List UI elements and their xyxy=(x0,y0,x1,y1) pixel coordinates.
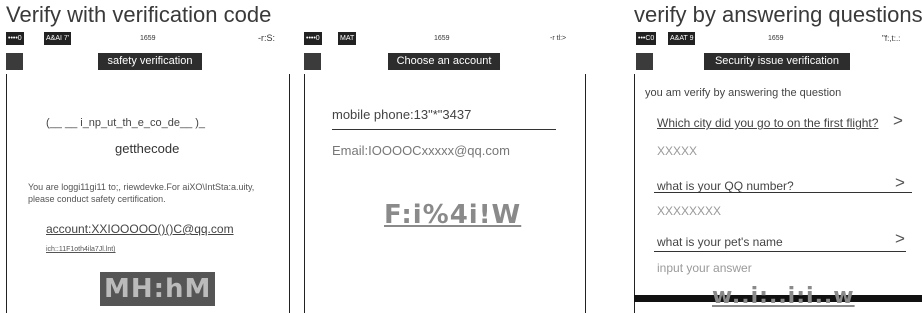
status-time: 1659 xyxy=(432,32,452,45)
signal-indicator: ••••0 xyxy=(304,32,322,45)
answer-text: XXXXXXXX xyxy=(657,204,722,218)
question-text[interactable]: what is your pet's name xyxy=(657,235,783,249)
page-title: Choose an account xyxy=(388,53,500,70)
status-bar: ••••0 MAT 1659 -r tl:> xyxy=(304,32,588,46)
page-title: safety verification xyxy=(98,53,202,70)
question-divider xyxy=(654,192,912,193)
intro-text: you am verify by answering the question xyxy=(645,87,842,99)
option-divider xyxy=(332,129,556,130)
carrier-label: A&AI 7' xyxy=(44,32,72,45)
back-button[interactable] xyxy=(636,53,653,70)
carrier-label: A&AT 9 xyxy=(668,32,696,45)
mobile-phone-option[interactable]: mobile phone:13"*"3437 xyxy=(332,107,471,122)
status-right-indicators: "f:,t:.: xyxy=(880,32,903,45)
captcha-image: MH:hM xyxy=(100,272,216,306)
verify-questions-heading: verify by answering questions xyxy=(634,2,922,27)
question-text[interactable]: what is your QQ number? xyxy=(657,179,794,193)
question-text[interactable]: Which city did you go to on the first fl… xyxy=(657,116,878,130)
signal-indicator: ••••0 xyxy=(6,32,24,45)
verify-code-heading: Verify with verification code xyxy=(6,2,272,27)
pet-name-answer-input[interactable] xyxy=(657,260,857,276)
captcha-image: w..i:..i:i..w xyxy=(712,284,855,309)
chevron-right-icon[interactable]: > xyxy=(893,111,903,131)
back-button[interactable] xyxy=(304,53,321,70)
status-time: 1659 xyxy=(766,32,786,45)
chevron-right-icon[interactable]: > xyxy=(895,229,905,249)
screen-border-right xyxy=(585,74,586,313)
code-input-field[interactable]: (__ __ i_np_ut_th_e_co_de__ )_ xyxy=(46,117,205,129)
screen-border-left xyxy=(6,74,7,313)
carrier-label: MAT xyxy=(338,32,357,45)
nav-bar: Security issue verification xyxy=(636,53,916,70)
status-right-indicators: -r:S: xyxy=(256,32,277,45)
account-link[interactable]: account:XXIOOOOO()()C@qq.com xyxy=(46,222,234,236)
status-right-indicators: -r tl:> xyxy=(548,32,569,45)
notice-text-line2: please conduct safety certification. xyxy=(28,194,166,204)
screen-border-left xyxy=(304,74,305,313)
screen-border-left xyxy=(634,74,635,313)
screen-border-right xyxy=(289,74,290,313)
question-divider xyxy=(654,251,906,252)
nav-bar: safety verification xyxy=(6,53,290,70)
get-code-button[interactable]: getthecode xyxy=(115,141,179,156)
notice-text-line1: You are loggi11gi11 to;, riewdevke.For a… xyxy=(28,182,255,192)
small-link[interactable]: ich::11F1oth4ila7Jl.lnt) xyxy=(46,246,116,253)
nav-bar: Choose an account xyxy=(304,53,588,70)
email-option[interactable]: Email:IOOOOCxxxxx@qq.com xyxy=(332,143,510,158)
captcha-image: F:i%4i!W xyxy=(384,200,522,230)
signal-indicator: •••C0 xyxy=(636,32,657,45)
back-button[interactable] xyxy=(6,53,23,70)
page-title: Security issue verification xyxy=(704,53,850,70)
status-bar: •••C0 A&AT 9 1659 "f:,t:.: xyxy=(636,32,916,46)
status-bar: ••••0 A&AI 7' 1659 -r:S: xyxy=(6,32,290,46)
chevron-right-icon[interactable]: > xyxy=(895,173,905,193)
status-time: 1659 xyxy=(138,32,158,45)
answer-text: XXXXX xyxy=(657,144,698,158)
